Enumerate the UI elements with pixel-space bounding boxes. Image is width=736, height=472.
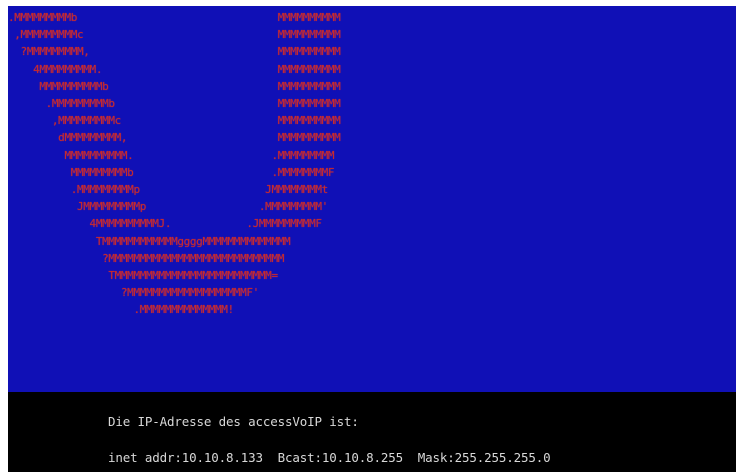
ascii-art-line: 4MMMMMMMMM. MMMMMMMMMM [8, 62, 341, 76]
ascii-art-line: ?MMMMMMMMM, MMMMMMMMMM [8, 45, 341, 59]
ascii-art-line: dMMMMMMMMM, MMMMMMMMMM [8, 131, 341, 145]
ascii-art-line: .MMMMMMMMMb MMMMMMMMMM [8, 97, 341, 111]
console-output: Die IP-Adresse des accessVoIP ist: inet … [8, 392, 736, 472]
ascii-art-line: ,MMMMMMMMMc MMMMMMMMMM [8, 28, 341, 42]
ascii-art-line: .MMMMMMMMMb MMMMMMMMMM [8, 11, 341, 24]
ip-address-heading: Die IP-Adresse des accessVoIP ist: [108, 414, 359, 429]
ascii-art-line: MMMMMMMMMM. .MMMMMMMMM [8, 148, 335, 162]
ascii-logo-panel: .MMMMMMMMMb MMMMMMMMMM ,MMMMMMMMMc MMMMM… [8, 6, 736, 392]
ascii-art-logo: .MMMMMMMMMb MMMMMMMMMM ,MMMMMMMMMc MMMMM… [8, 9, 341, 319]
ascii-art-line: MMMMMMMMMMb MMMMMMMMMM [8, 79, 341, 93]
ascii-art-line: 4MMMMMMMMMMJ. .JMMMMMMMMMF [8, 217, 322, 231]
ascii-art-line: TMMMMMMMMMMMMggggMMMMMMMMMMMMMM [8, 234, 291, 248]
ascii-art-line: JMMMMMMMMMp .MMMMMMMMM' [8, 200, 328, 214]
ascii-art-line: .MMMMMMMMMMMMMM! [8, 303, 234, 317]
ascii-art-line: MMMMMMMMMb .MMMMMMMMF [8, 165, 335, 179]
ascii-art-line: .MMMMMMMMMp JMMMMMMMMt [8, 183, 329, 197]
ascii-art-line: ?MMMMMMMMMMMMMMMMMMMMMMMMMMMM [8, 251, 284, 265]
ascii-art-line: ?MMMMMMMMMMMMMMMMMMMF' [8, 286, 259, 300]
terminal-screen: .MMMMMMMMMb MMMMMMMMMM ,MMMMMMMMMc MMMMM… [8, 6, 736, 472]
network-config-line: inet addr:10.10.8.133 Bcast:10.10.8.255 … [108, 450, 551, 465]
ascii-art-line: ,MMMMMMMMMc MMMMMMMMMM [8, 114, 341, 128]
ascii-art-line: TMMMMMMMMMMMMMMMMMMMMMMMMM= [8, 269, 278, 283]
